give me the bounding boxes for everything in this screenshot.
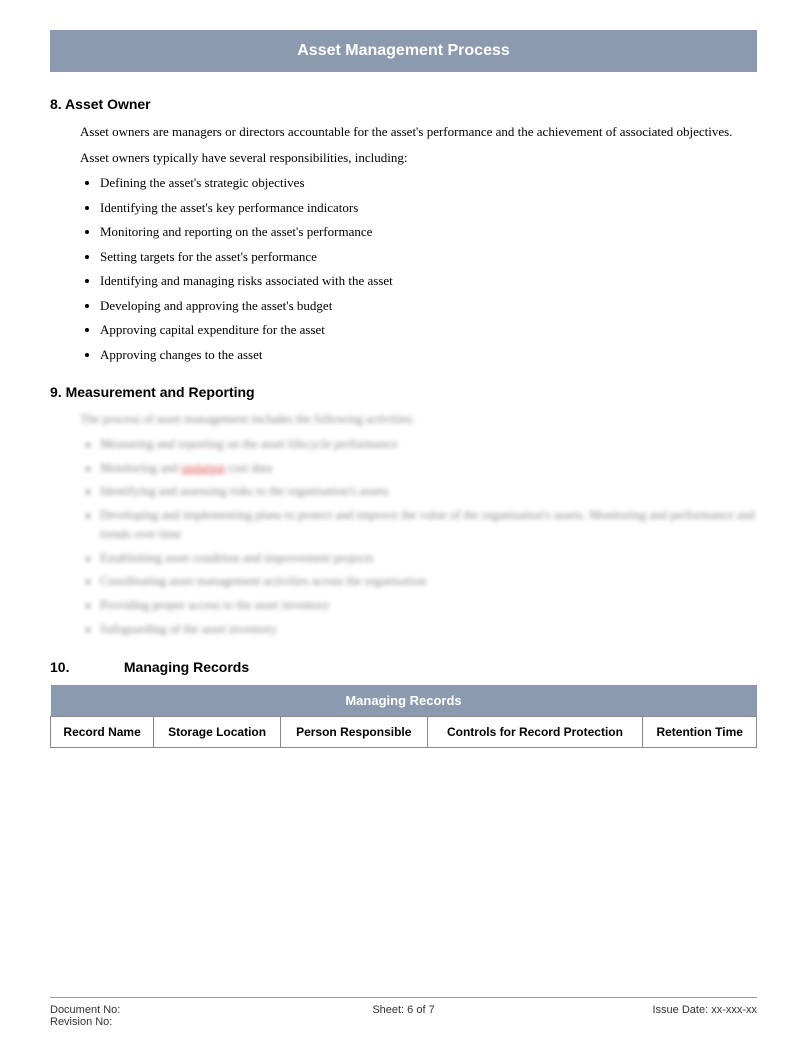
list-item: Identifying and managing risks associate… bbox=[100, 271, 757, 291]
footer-center: Sheet: 6 of 7 bbox=[286, 1004, 522, 1028]
list-item: Defining the asset's strategic objective… bbox=[100, 173, 757, 193]
col-header-person-responsible: Person Responsible bbox=[280, 716, 427, 747]
list-item: Coordinating asset management activities… bbox=[100, 572, 757, 591]
section-9-blurred: The process of asset management includes… bbox=[80, 410, 757, 639]
managing-records-table: Managing Records Record Name Storage Loc… bbox=[50, 685, 757, 748]
footer-row: Document No: Revision No: Sheet: 6 of 7 … bbox=[50, 1004, 757, 1028]
section-10: 10. Managing Records Managing Records Re… bbox=[50, 659, 757, 748]
col-header-retention-time: Retention Time bbox=[643, 716, 757, 747]
issue-date-value: xx-xxx-xx bbox=[711, 1004, 757, 1016]
sheet-info: Sheet: 6 of 7 bbox=[372, 1004, 434, 1016]
list-item: Measuring and reporting on the asset lif… bbox=[100, 435, 757, 454]
section-8-para2: Asset owners typically have several resp… bbox=[80, 148, 757, 168]
list-item: Providing proper access to the asset inv… bbox=[100, 596, 757, 615]
section-8-heading: 8. Asset Owner bbox=[50, 96, 757, 112]
page: Asset Management Process 8. Asset Owner … bbox=[0, 0, 807, 1058]
section-8-para1: Asset owners are managers or directors a… bbox=[80, 122, 757, 142]
footer: Document No: Revision No: Sheet: 6 of 7 … bbox=[50, 997, 757, 1028]
table-title-cell: Managing Records bbox=[51, 685, 757, 717]
footer-right: Issue Date: xx-xxx-xx bbox=[521, 1004, 757, 1028]
page-title-bar: Asset Management Process bbox=[50, 30, 757, 72]
list-item: Setting targets for the asset's performa… bbox=[100, 247, 757, 267]
blurred-paragraph: The process of asset management includes… bbox=[80, 410, 757, 429]
col-header-controls: Controls for Record Protection bbox=[427, 716, 643, 747]
section-9: 9. Measurement and Reporting The process… bbox=[50, 384, 757, 639]
blurred-list: Measuring and reporting on the asset lif… bbox=[100, 435, 757, 639]
section-8: 8. Asset Owner Asset owners are managers… bbox=[50, 96, 757, 364]
list-item: Approving capital expenditure for the as… bbox=[100, 320, 757, 340]
red-underline-word: updating bbox=[181, 461, 225, 475]
revision-no: Revision No: bbox=[50, 1016, 286, 1028]
list-item: Developing and approving the asset's bud… bbox=[100, 296, 757, 316]
page-title: Asset Management Process bbox=[297, 42, 510, 59]
section-8-bullets: Defining the asset's strategic objective… bbox=[100, 173, 757, 364]
list-item: Safeguarding of the asset inventory bbox=[100, 620, 757, 639]
table-column-header-row: Record Name Storage Location Person Resp… bbox=[51, 716, 757, 747]
table-title-row: Managing Records bbox=[51, 685, 757, 717]
section-9-heading: 9. Measurement and Reporting bbox=[50, 384, 757, 400]
list-item: Monitoring and updating cost data bbox=[100, 459, 757, 478]
list-item: Establishing asset condition and improve… bbox=[100, 549, 757, 568]
footer-left: Document No: Revision No: bbox=[50, 1004, 286, 1028]
list-item: Identifying and assessing risks to the o… bbox=[100, 482, 757, 501]
col-header-storage-location: Storage Location bbox=[154, 716, 281, 747]
section-10-heading: 10. Managing Records bbox=[50, 659, 757, 675]
list-item: Developing and implementing plans to pro… bbox=[100, 506, 757, 544]
list-item: Monitoring and reporting on the asset's … bbox=[100, 222, 757, 242]
issue-date-label: Issue Date: bbox=[652, 1004, 708, 1016]
list-item: Identifying the asset's key performance … bbox=[100, 198, 757, 218]
list-item: Approving changes to the asset bbox=[100, 345, 757, 365]
document-no: Document No: bbox=[50, 1004, 286, 1016]
col-header-record-name: Record Name bbox=[51, 716, 154, 747]
